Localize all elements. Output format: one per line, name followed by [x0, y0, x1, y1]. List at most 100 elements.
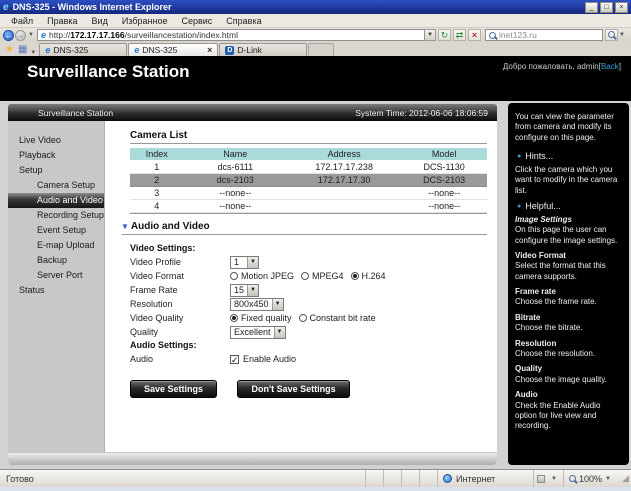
sidebar-item-event-setup[interactable]: Event Setup	[8, 223, 104, 238]
radio-option[interactable]: H.264	[351, 271, 386, 281]
save-settings-button[interactable]: Save Settings	[130, 380, 217, 398]
back-link[interactable]: Back	[601, 62, 619, 71]
table-cell: 4	[130, 201, 184, 211]
resize-grip[interactable]: ◢	[619, 473, 631, 484]
browser-tab-2[interactable]: DD-Link	[219, 43, 307, 56]
security-zone: Интернет	[437, 470, 533, 487]
frame-rate-select[interactable]: 15 ▼	[230, 284, 259, 297]
radio-option[interactable]: Constant bit rate	[299, 313, 376, 323]
video-profile-select[interactable]: 1 ▼	[230, 256, 259, 269]
refresh-button[interactable]: ↻	[438, 29, 451, 41]
column-header-1: Name	[184, 149, 288, 159]
protected-mode-cell[interactable]: ▼	[533, 470, 563, 487]
search-icon	[489, 32, 496, 39]
menu-item-1[interactable]: Правка	[40, 16, 84, 26]
column-header-3: Model	[401, 149, 487, 159]
minimize-button[interactable]: _	[585, 2, 598, 13]
menu-item-4[interactable]: Сервис	[174, 16, 219, 26]
quality-select[interactable]: Excellent ▼	[230, 326, 286, 339]
welcome-label: Добро пожаловать, admin	[503, 62, 599, 71]
stop-button[interactable]: ×	[468, 29, 481, 41]
menu-item-0[interactable]: Файл	[4, 16, 40, 26]
window-bottom-edge	[0, 487, 631, 491]
browser-tab-0[interactable]: eDNS-325	[39, 43, 127, 56]
close-tab-icon[interactable]: ×	[207, 45, 212, 55]
go-button[interactable]: ⇄	[453, 29, 466, 41]
radio-label: Constant bit rate	[310, 313, 376, 323]
content-footer-bar	[8, 452, 497, 465]
status-cell	[419, 470, 437, 487]
table-row[interactable]: 4--none----none--	[130, 200, 487, 213]
bracket-close: ]	[619, 62, 621, 71]
search-go-button[interactable]	[605, 29, 618, 41]
back-button[interactable]: ←	[3, 30, 14, 41]
sidebar-item-playback[interactable]: Playback	[8, 148, 104, 163]
sidebar-item-camera-setup[interactable]: Camera Setup	[8, 178, 104, 193]
close-button[interactable]: ×	[615, 2, 628, 13]
history-dropdown-icon[interactable]: ▼	[28, 32, 34, 38]
camera-table-body: 1dcs-6111172.17.17.238DCS-11302dcs-21031…	[130, 161, 487, 213]
help-intro: You can view the parameter from camera a…	[515, 112, 622, 143]
address-dropdown-button[interactable]: ▼	[425, 29, 436, 41]
bullet-icon: ●	[517, 152, 521, 161]
help-desc: Choose the image quality.	[515, 375, 622, 385]
maximize-button[interactable]: □	[600, 2, 613, 13]
address-prefix: http://	[49, 30, 70, 40]
menu-item-2[interactable]: Вид	[85, 16, 115, 26]
menu-item-3[interactable]: Избранное	[115, 16, 175, 26]
help-desc: Choose the bitrate.	[515, 323, 622, 333]
camera-table-header: IndexNameAddressModel	[130, 148, 487, 161]
favorites-star-icon[interactable]: ★	[5, 43, 14, 56]
search-input[interactable]: inet123.ru	[485, 29, 603, 41]
radio-icon	[230, 314, 238, 322]
help-desc: Check the Enable Audio option for live v…	[515, 401, 622, 432]
radio-option[interactable]: Fixed quality	[230, 313, 292, 323]
dont-save-settings-button[interactable]: Don't Save Settings	[237, 380, 349, 398]
quality-row: Quality Excellent ▼	[130, 325, 497, 339]
sidebar-item-e-map-upload[interactable]: E-map Upload	[8, 238, 104, 253]
page-viewport: Surveillance Station Добро пожаловать, a…	[0, 56, 631, 469]
sidebar-item-live-video[interactable]: Live Video	[8, 133, 104, 148]
sidebar-item-recording-setup[interactable]: Recording Setup	[8, 208, 104, 223]
table-row[interactable]: 2dcs-2103172.17.17.30DCS-2103	[130, 174, 487, 187]
app-title: Surveillance Station	[27, 62, 190, 82]
quick-tabs-icon[interactable]: ▦	[18, 43, 27, 56]
table-cell: 172.17.17.30	[287, 175, 401, 185]
table-row[interactable]: 1dcs-6111172.17.17.238DCS-1130	[130, 161, 487, 174]
help-desc: Choose the frame rate.	[515, 297, 622, 307]
zoom-control[interactable]: 100% ▼	[563, 470, 619, 487]
subheader-title: Surveillance Station	[38, 108, 113, 118]
sidebar-item-status[interactable]: Status	[8, 283, 104, 298]
radio-option[interactable]: Motion JPEG	[230, 271, 294, 281]
address-input[interactable]: e http://172.17.17.166/surveillancestati…	[37, 29, 425, 41]
help-term: Bitrate	[515, 313, 622, 323]
hints-text: Click the camera which you want to modif…	[515, 165, 622, 196]
browser-tab-1[interactable]: eDNS-325×	[128, 43, 218, 56]
ie-logo-icon: e	[3, 2, 9, 13]
help-entry: Frame rateChoose the frame rate.	[515, 287, 622, 308]
new-tab-stub[interactable]	[308, 43, 334, 56]
main-panel: Camera List IndexNameAddressModel 1dcs-6…	[106, 121, 497, 452]
sidebar-item-backup[interactable]: Backup	[8, 253, 104, 268]
video-profile-value: 1	[231, 257, 247, 268]
help-term: Frame rate	[515, 287, 622, 297]
radio-icon	[230, 272, 238, 280]
menu-item-5[interactable]: Справка	[219, 16, 268, 26]
quality-label: Quality	[130, 327, 230, 337]
radio-option[interactable]: MPEG4	[301, 271, 344, 281]
resolution-select[interactable]: 800x450 ▼	[230, 298, 284, 311]
window-titlebar: e DNS-325 - Windows Internet Explorer _ …	[0, 0, 631, 14]
ie-page-icon: e	[134, 45, 139, 55]
sidebar-item-server-port[interactable]: Server Port	[8, 268, 104, 283]
divider	[130, 143, 487, 144]
table-row[interactable]: 3--none----none--	[130, 187, 487, 200]
status-cell	[365, 470, 383, 487]
radio-icon	[301, 272, 309, 280]
table-cell: dcs-2103	[184, 175, 288, 185]
chevron-down-icon: ▼	[247, 285, 258, 296]
sidebar-item-audio-and-video[interactable]: Audio and Video	[8, 193, 104, 208]
forward-button[interactable]: →	[15, 30, 26, 41]
search-dropdown-icon[interactable]: ▼	[619, 32, 625, 38]
enable-audio-checkbox[interactable]: ✓	[230, 355, 239, 364]
sidebar-item-setup[interactable]: Setup	[8, 163, 104, 178]
